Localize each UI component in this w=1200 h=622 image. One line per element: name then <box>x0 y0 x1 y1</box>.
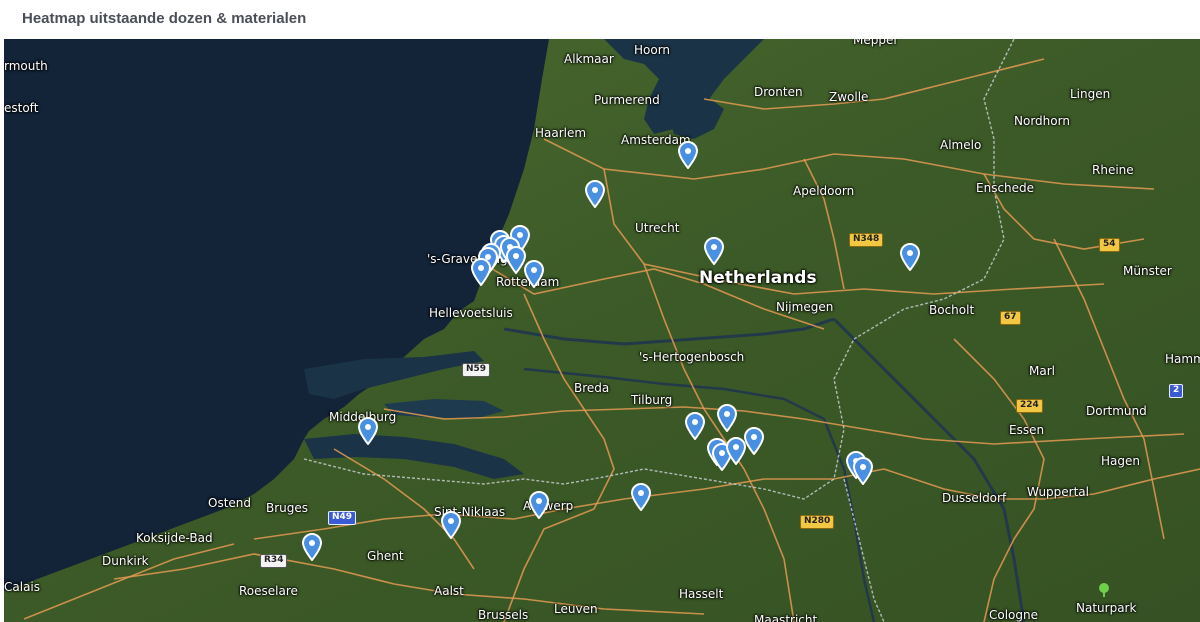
shield-2: 2 <box>1169 384 1184 398</box>
map-marker[interactable] <box>440 511 462 540</box>
map-marker[interactable] <box>743 427 765 456</box>
label-netherlands: Netherlands <box>699 268 817 288</box>
map-pin-icon <box>523 260 545 289</box>
label-apeldoorn: Apeldoorn <box>793 184 855 198</box>
label-utrecht: Utrecht <box>635 221 680 235</box>
label-breda: Breda <box>574 381 610 395</box>
label-nordhorn: Nordhorn <box>1014 114 1070 128</box>
map-pin-icon <box>677 141 699 170</box>
label-alkmaar: Alkmaar <box>564 52 614 66</box>
map-marker[interactable] <box>899 243 921 272</box>
map-marker[interactable] <box>684 412 706 441</box>
label-brussels: Brussels <box>478 608 529 622</box>
label-s-hertogenbosch: 's-Hertogenbosch <box>639 350 745 364</box>
map-pin-icon <box>684 412 706 441</box>
label-nijmegen: Nijmegen <box>776 300 834 314</box>
label-calais: Calais <box>4 580 41 594</box>
label-koksijde-bad: Koksijde-Bad <box>136 531 213 545</box>
label-essen: Essen <box>1009 423 1045 437</box>
label-zwolle: Zwolle <box>829 90 869 104</box>
map-pin-icon <box>716 404 738 433</box>
panel-title: Heatmap uitstaande dozen & materialen <box>22 10 307 27</box>
map-marker[interactable] <box>677 141 699 170</box>
label-haarlem: Haarlem <box>535 126 587 140</box>
label-hellevoetsluis: Hellevoetsluis <box>429 306 513 320</box>
shield-n348: N348 <box>849 233 884 247</box>
map-marker[interactable] <box>852 457 874 486</box>
map-marker[interactable] <box>630 483 652 512</box>
map-pin-icon <box>470 258 492 287</box>
label-munster: Münster <box>1123 264 1172 278</box>
map-marker[interactable] <box>523 260 545 289</box>
label-dunkirk: Dunkirk <box>102 554 149 568</box>
label-ghent: Ghent <box>367 549 404 563</box>
label-bruges: Bruges <box>266 501 309 515</box>
shield-n280: N280 <box>800 515 835 529</box>
label-leuven: Leuven <box>554 602 598 616</box>
label-dronten: Dronten <box>754 85 803 99</box>
shield-224: 224 <box>1016 399 1043 413</box>
map-pin-icon <box>301 533 323 562</box>
map-marker[interactable] <box>357 417 379 446</box>
label-dortmund: Dortmund <box>1086 404 1147 418</box>
label-hagen: Hagen <box>1101 454 1140 468</box>
label-enschede: Enschede <box>976 181 1035 195</box>
label-purmerend: Purmerend <box>594 93 660 107</box>
map-pin-icon <box>703 237 725 266</box>
map-pin-icon <box>899 243 921 272</box>
map-pin-icon <box>743 427 765 456</box>
label-wuppertal: Wuppertal <box>1027 485 1089 499</box>
label-almelo: Almelo <box>940 138 982 152</box>
shield-54: 54 <box>1099 238 1120 252</box>
tree-icon <box>1098 583 1110 597</box>
label-bocholt: Bocholt <box>929 303 975 317</box>
label-naturpark: Naturpark <box>1076 601 1137 615</box>
label-ostend: Ostend <box>208 496 252 510</box>
panel-header: Heatmap uitstaande dozen & materialen <box>0 0 1200 38</box>
map-marker[interactable] <box>716 404 738 433</box>
map-view[interactable]: rmouth estoft Hoorn Alkmaar Purmerend Haarlem… <box>4 39 1200 622</box>
map-marker[interactable] <box>301 533 323 562</box>
label-lowestoft: estoft <box>4 101 39 115</box>
map-marker[interactable] <box>528 491 550 520</box>
shield-67: 67 <box>1000 311 1021 325</box>
label-cologne: Cologne <box>989 608 1039 622</box>
label-maastricht: Maastricht <box>754 613 818 622</box>
label-rheine: Rheine <box>1092 163 1134 177</box>
shield-n49: N49 <box>328 511 357 525</box>
map-marker[interactable] <box>470 258 492 287</box>
shield-r34: R34 <box>260 554 288 568</box>
map-pin-icon <box>440 511 462 540</box>
label-marl: Marl <box>1029 364 1055 378</box>
map-pin-icon <box>528 491 550 520</box>
map-pin-icon <box>630 483 652 512</box>
map-pin-icon <box>584 180 606 209</box>
map-pin-icon <box>357 417 379 446</box>
map-marker[interactable] <box>703 237 725 266</box>
label-hoorn: Hoorn <box>634 43 671 57</box>
map-pin-icon <box>852 457 874 486</box>
label-dusseldorf: Dusseldorf <box>942 491 1007 505</box>
label-hamm: Hamm <box>1165 352 1200 366</box>
label-yarmouth: rmouth <box>4 59 48 73</box>
shield-n59: N59 <box>462 363 491 377</box>
label-meppel: Meppel <box>853 39 897 47</box>
label-hasselt: Hasselt <box>679 587 724 601</box>
label-aalst: Aalst <box>434 584 464 598</box>
map-marker[interactable] <box>584 180 606 209</box>
label-lingen: Lingen <box>1070 87 1111 101</box>
label-roeselare: Roeselare <box>239 584 298 598</box>
label-tilburg: Tilburg <box>631 393 673 407</box>
